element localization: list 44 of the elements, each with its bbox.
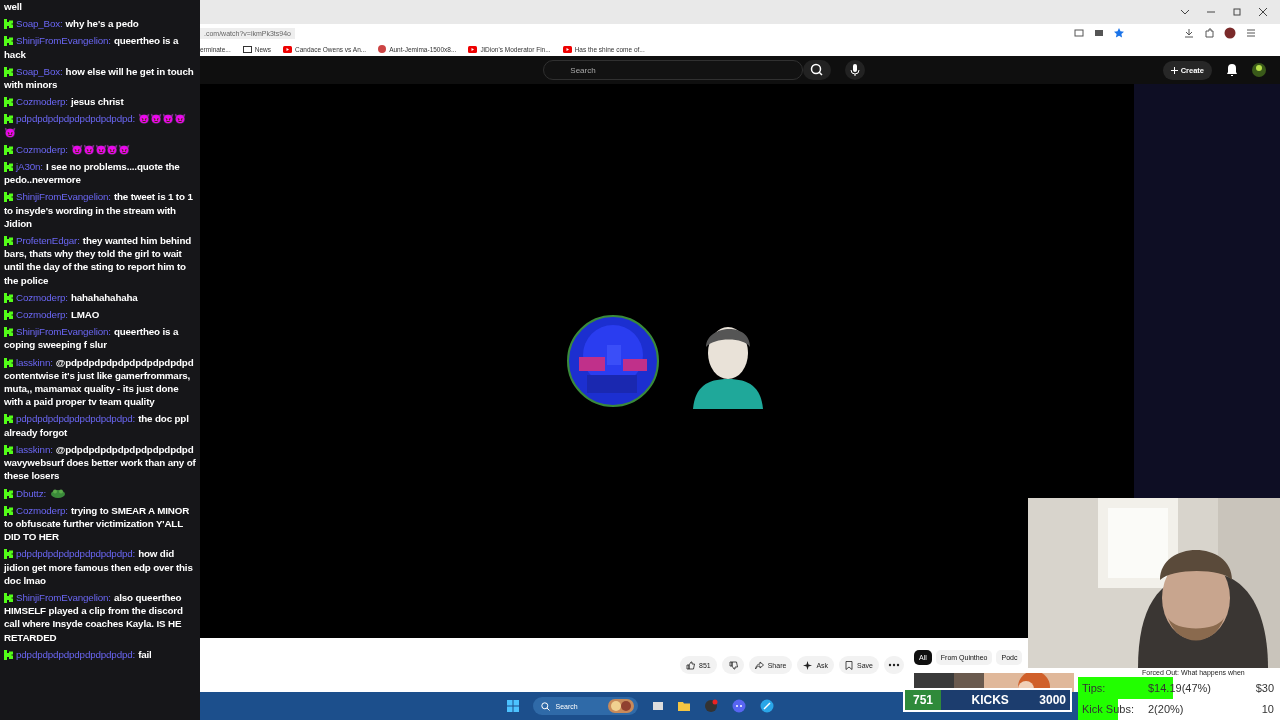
profile-icon[interactable]	[1224, 27, 1236, 39]
cast-icon[interactable]	[1074, 28, 1084, 38]
install-icon[interactable]	[1094, 28, 1104, 38]
play-icon	[468, 45, 478, 53]
play-icon	[283, 45, 292, 53]
plus-icon	[1170, 66, 1178, 74]
search-field[interactable]: Search	[543, 60, 804, 80]
chat-message: Dbuttz:	[4, 486, 49, 500]
bookmark-icon	[845, 660, 854, 670]
thumbs-up-icon	[686, 660, 695, 670]
kicks-target: 3000	[1039, 693, 1067, 707]
close-icon[interactable]	[1258, 8, 1268, 16]
chat-message: well	[4, 0, 23, 14]
avatar-icon[interactable]	[1252, 63, 1266, 77]
star-icon[interactable]	[1114, 28, 1124, 38]
restore-icon[interactable]	[1232, 8, 1242, 16]
kicks-label: KICKS	[970, 693, 1010, 707]
folder-icon	[242, 45, 252, 53]
goal-target: $30	[1255, 681, 1274, 694]
goal-target: 10	[1261, 703, 1274, 716]
window-icon[interactable]	[651, 700, 664, 712]
folder-icon[interactable]	[677, 700, 690, 712]
bell-icon[interactable]	[1226, 63, 1238, 77]
kicks-count: 751	[905, 690, 942, 710]
goal-value: 2(20%)	[1147, 703, 1185, 716]
chevron-down-icon[interactable]	[1180, 8, 1190, 16]
windows-icon[interactable]	[506, 700, 519, 712]
browser-icon[interactable]	[759, 699, 774, 713]
more-icon[interactable]	[884, 656, 904, 674]
microphone-icon[interactable]	[845, 60, 866, 80]
goal-label: Tips:	[1082, 681, 1107, 694]
play-icon	[562, 45, 572, 53]
image-icon	[378, 45, 387, 53]
search-icon[interactable]	[803, 60, 832, 80]
download-icon[interactable]	[1184, 28, 1194, 38]
chat-message: lasskinn: @pdpdpdpdpdpdpdpdpdpdpd contentwise it's just like gamerfrommars, muta,, mamamax quality - its just done with a paid proper tv team quality	[4, 355, 197, 409]
share-arrow-icon	[754, 660, 764, 670]
game-icon[interactable]	[703, 699, 718, 713]
extension-icon[interactable]	[1204, 28, 1214, 38]
sparkle-icon	[803, 660, 813, 670]
thumbs-down-icon[interactable]	[721, 656, 744, 674]
chat-app-icon[interactable]	[731, 699, 746, 713]
frog-emote-icon	[51, 488, 65, 498]
search-icon	[540, 701, 550, 711]
